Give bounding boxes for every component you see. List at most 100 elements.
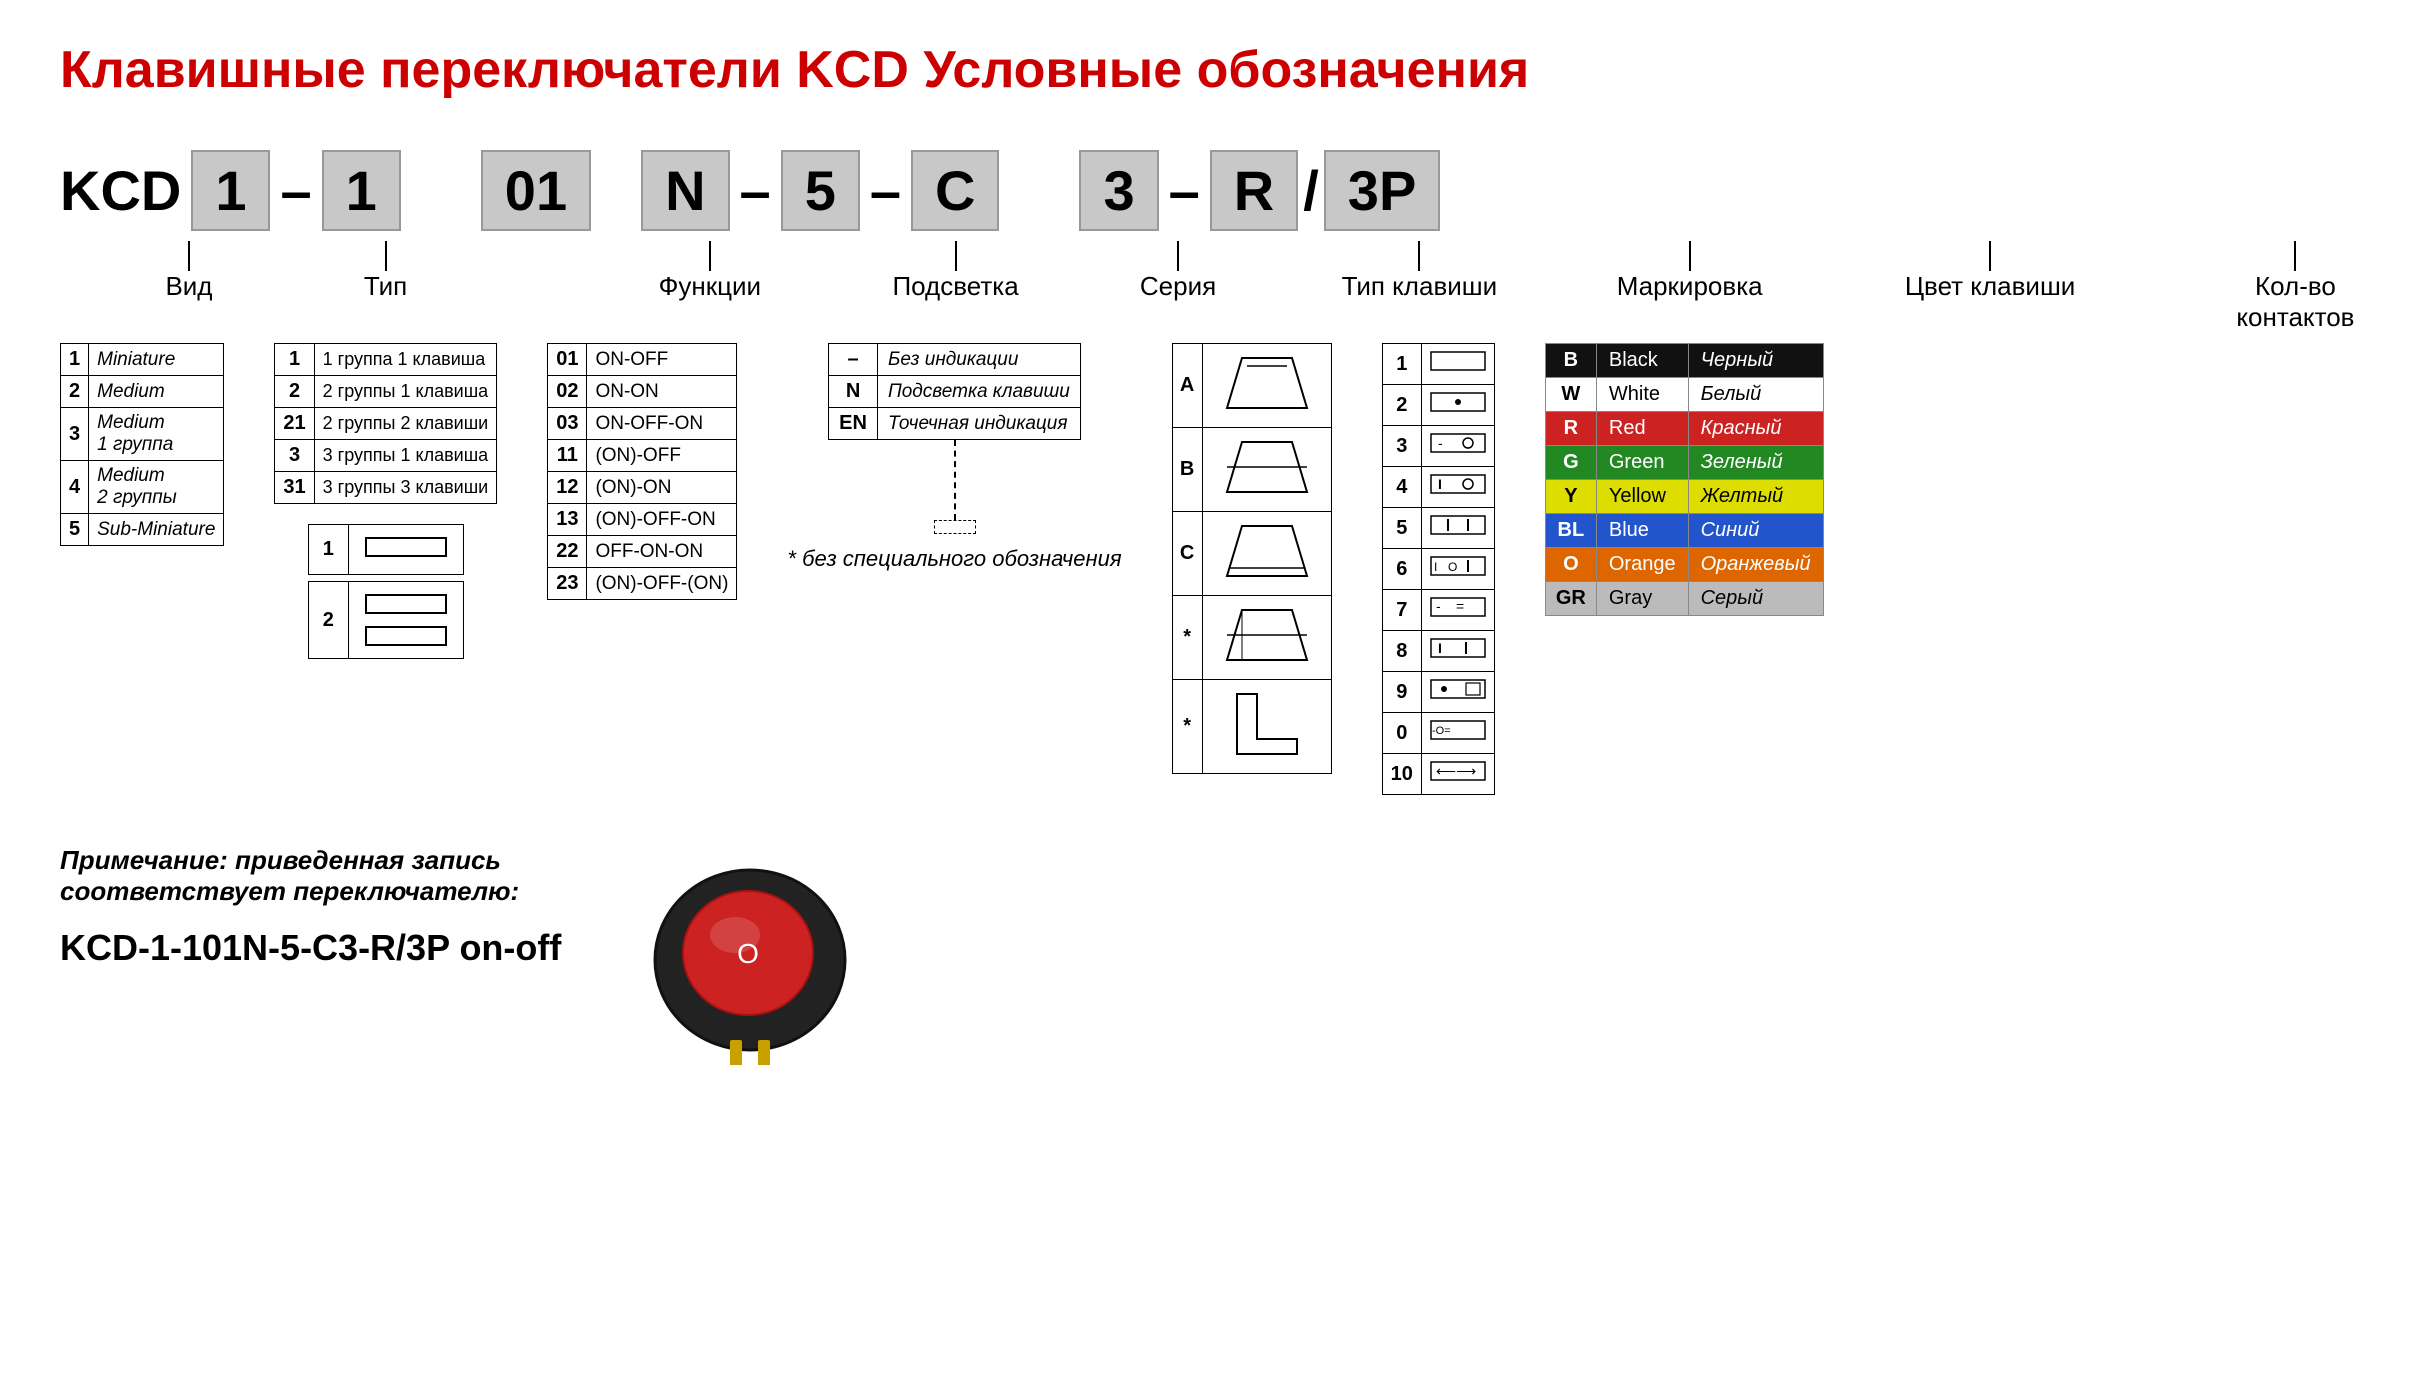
label-series: Серия [1140, 271, 1216, 302]
key-type-table: A B [1172, 343, 1332, 774]
vid-table: 1 Miniature 2 Medium 3 Medium1 группа 4 … [60, 343, 224, 546]
func-row: 02 ON-ON [548, 376, 737, 408]
func-name: ON-ON [587, 376, 737, 408]
func-name: (ON)-OFF-(ON) [587, 568, 737, 600]
marking-row: 10 ⟵⟶ [1382, 754, 1494, 795]
marking-row: 0 -O= [1382, 713, 1494, 754]
dash-2: – [730, 158, 781, 223]
star-note: * без специального обозначения [787, 546, 1121, 572]
color-row: R Red Красный [1545, 412, 1823, 446]
label-contacts: Кол-воконтактов [2236, 271, 2354, 333]
func-name: (ON)-OFF-ON [587, 504, 737, 536]
color-name-en: Blue [1596, 514, 1688, 548]
color-row: G Green Зеленый [1545, 446, 1823, 480]
color-name-en: Yellow [1596, 480, 1688, 514]
marking-row: 8 I [1382, 631, 1494, 672]
type-row: 21 2 группы 2 клавиши [275, 408, 497, 440]
marking-num: 2 [1382, 385, 1421, 426]
code-line: KCD 1 – 1 01 N – 5 – C 3 – R / 3P [60, 150, 2374, 231]
label-key-type: Тип клавиши [1342, 271, 1498, 302]
vid-row: 1 Miniature [61, 344, 224, 376]
func-name: (ON)-ON [587, 472, 737, 504]
type-num: 2 [275, 376, 314, 408]
marking-icon: -= [1421, 590, 1494, 631]
type-table: 1 1 группа 1 клавиша 2 2 группы 1 клавиш… [274, 343, 497, 504]
type-desc: 3 группы 1 клавиша [314, 440, 497, 472]
marking-section: 1 2 3 - 4 I 5 6 IO 7 -= 8 I 9 0 -O= 10 ⟵… [1382, 343, 1495, 795]
page-title: Клавишные переключатели KCD Условные обо… [60, 40, 2374, 100]
vid-row: 2 Medium [61, 376, 224, 408]
marking-num: 4 [1382, 467, 1421, 508]
color-row: GR Gray Серый [1545, 582, 1823, 616]
dash-4: – [1159, 158, 1210, 223]
light-table: – Без индикации N Подсветка клавиши EN Т… [828, 343, 1081, 440]
svg-text:⟵⟶: ⟵⟶ [1436, 763, 1476, 779]
func-num: 03 [548, 408, 587, 440]
note-text: Примечание: приведенная запись соответст… [60, 845, 580, 907]
code-box-7: 3 [1079, 150, 1158, 231]
vid-row: 4 Medium2 группы [61, 461, 224, 514]
marking-icon [1421, 344, 1494, 385]
marking-icon: ⟵⟶ [1421, 754, 1494, 795]
key-type-section: A B [1172, 343, 1332, 774]
label-func: Функции [659, 271, 761, 302]
color-section: B Black Черный W White Белый R Red Красн… [1545, 343, 1824, 616]
marking-row: 1 [1382, 344, 1494, 385]
vid-name: Medium2 группы [89, 461, 224, 514]
marking-icon [1421, 385, 1494, 426]
type-row: 31 3 группы 3 клавиши [275, 472, 497, 504]
vid-num: 4 [61, 461, 89, 514]
label-tip: Тип [364, 271, 407, 302]
type-section: 1 1 группа 1 клавиша 2 2 группы 1 клавиш… [274, 343, 497, 659]
vid-row: 5 Sub-Miniature [61, 514, 224, 546]
vid-section: 1 Miniature 2 Medium 3 Medium1 группа 4 … [60, 343, 224, 546]
func-row: 23 (ON)-OFF-(ON) [548, 568, 737, 600]
light-code: N [829, 376, 878, 408]
note-area: Примечание: приведенная запись соответст… [60, 845, 580, 969]
code-box-6: C [911, 150, 999, 231]
color-name-ru: Черный [1688, 344, 1823, 378]
light-desc: Без индикации [877, 344, 1080, 376]
func-num: 11 [548, 440, 587, 472]
marking-num: 5 [1382, 508, 1421, 549]
func-num: 02 [548, 376, 587, 408]
label-marking: Маркировка [1617, 271, 1763, 302]
label-vid: Вид [165, 271, 212, 302]
key-type-row-star1: * [1172, 596, 1331, 680]
light-row: N Подсветка клавиши [829, 376, 1081, 408]
marking-icon: I [1421, 631, 1494, 672]
color-code: O [1545, 548, 1596, 582]
color-code: B [1545, 344, 1596, 378]
vid-name: Sub-Miniature [89, 514, 224, 546]
key-type-row-b1: B [1172, 428, 1331, 512]
main-content: 1 Miniature 2 Medium 3 Medium1 группа 4 … [60, 343, 2374, 795]
func-num: 13 [548, 504, 587, 536]
vid-name: Medium [89, 376, 224, 408]
marking-row: 9 [1382, 672, 1494, 713]
func-row: 12 (ON)-ON [548, 472, 737, 504]
color-code: GR [1545, 582, 1596, 616]
marking-num: 3 [1382, 426, 1421, 467]
type-num: 3 [275, 440, 314, 472]
svg-text:-O=: -O= [1432, 725, 1451, 737]
color-code: Y [1545, 480, 1596, 514]
svg-text:-: - [1436, 598, 1441, 614]
func-num: 23 [548, 568, 587, 600]
code-box-2: 1 [322, 150, 401, 231]
color-row: BL Blue Синий [1545, 514, 1823, 548]
code-box-8: R [1210, 150, 1298, 231]
vid-num: 3 [61, 408, 89, 461]
vid-num: 5 [61, 514, 89, 546]
type-row: 2 2 группы 1 клавиша [275, 376, 497, 408]
color-code: G [1545, 446, 1596, 480]
func-table: 01 ON-OFF 02 ON-ON 03 ON-OFF-ON 11 (ON)-… [547, 343, 737, 600]
label-light: Подсветка [892, 271, 1018, 302]
svg-text:O: O [737, 938, 759, 969]
marking-icon [1421, 672, 1494, 713]
dash-1: – [270, 158, 321, 223]
code-box-3: 01 [481, 150, 591, 231]
light-code: – [829, 344, 878, 376]
key-shape-illustrations: 1 2 [308, 524, 464, 659]
func-num: 22 [548, 536, 587, 568]
marking-icon: I [1421, 467, 1494, 508]
